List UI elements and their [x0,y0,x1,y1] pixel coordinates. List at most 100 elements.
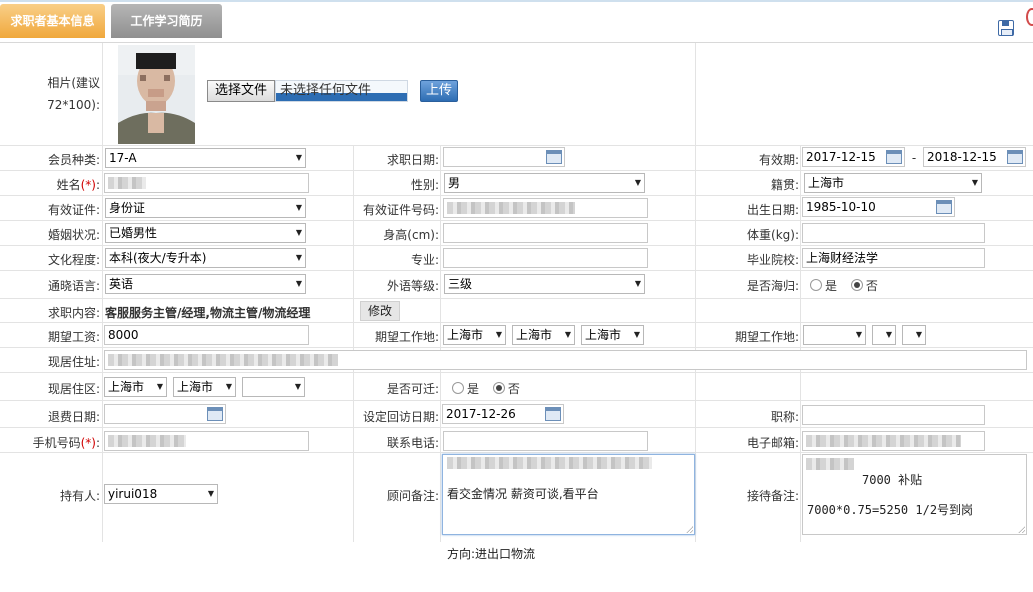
language-select[interactable]: 英语 [105,274,306,294]
row-divider [0,347,1033,348]
education-select[interactable]: 本科(夜大/专升本) [105,248,306,268]
revisit-date-input[interactable]: 2017-12-26 [442,404,564,424]
upload-button[interactable]: 上传 [420,80,458,102]
calendar-icon[interactable] [207,407,223,421]
save-icon[interactable] [998,20,1014,36]
marital-select[interactable]: 已婚男性 [105,223,306,243]
district-area-select[interactable] [242,377,305,397]
redacted-reception-note [806,458,854,470]
resize-grip-icon[interactable] [1018,526,1025,533]
member-photo [118,45,195,144]
tab-bar: 求职者基本信息 工作学习简历 [0,2,1033,43]
reception-note-label: 接待备注: [746,489,799,503]
gender-label: 性别: [410,178,439,192]
owner-label: 持有人: [59,489,100,503]
tab-basic-info[interactable]: 求职者基本信息 [0,4,105,38]
column-divider [800,145,801,542]
edit-job-content-button[interactable]: 修改 [360,301,400,321]
workplace-label: 期望工作地: [374,330,439,344]
height-input[interactable] [443,223,648,243]
apply-date-input[interactable] [443,147,565,167]
overseas-no-radio[interactable] [850,279,863,291]
workplace-district-select[interactable]: 上海市 [581,325,644,345]
redacted-address [108,354,338,366]
photo-hint: 72*100): [47,98,100,112]
row-divider [0,322,1033,323]
district-city-select[interactable]: 上海市 [173,377,236,397]
revisit-date-label: 设定回访日期: [362,410,439,424]
calendar-icon[interactable] [886,150,902,164]
gender-select[interactable]: 男 [444,173,645,193]
row-divider [0,427,1033,428]
resize-grip-icon[interactable] [686,526,693,533]
row-divider [0,245,1033,246]
relocate-radio-group: 是 否 [452,380,520,397]
job-content-label: 求职内容: [47,306,100,320]
calendar-icon[interactable] [546,150,562,164]
email-label: 电子邮箱: [746,436,799,450]
birth-date-input[interactable]: 1985-10-10 [802,197,955,217]
district-province-select[interactable]: 上海市 [104,377,167,397]
calendar-icon[interactable] [1007,150,1023,164]
row-divider [0,220,1033,221]
member-type-select[interactable]: 17-A [105,148,306,168]
validity-to-input[interactable]: 2018-12-15 [923,147,1026,167]
calendar-icon[interactable] [936,200,952,214]
salary-label: 期望工资: [47,330,100,344]
workplace-province-select[interactable]: 上海市 [443,325,506,345]
major-input[interactable] [443,248,648,268]
weight-input[interactable] [802,223,985,243]
calendar-icon[interactable] [545,407,561,421]
refund-date-input[interactable] [104,404,226,424]
birth-date-label: 出生日期: [746,203,799,217]
workplace-2-label: 期望工作地: [734,330,799,344]
native-place-label: 籍贯: [770,178,799,192]
relocate-no-radio[interactable] [492,382,505,394]
apply-date-label: 求职日期: [386,153,439,167]
row-divider [0,195,1033,196]
job-content-value: 客服服务主管/经理,物流主管/物流经理 [105,306,311,320]
workplace-city-select[interactable]: 上海市 [512,325,575,345]
redacted-mobile [108,435,186,447]
member-type-label: 会员种类: [47,153,100,167]
phone-label: 联系电话: [386,436,439,450]
refund-date-label: 退费日期: [47,410,100,424]
validity-label: 有效期: [758,153,799,167]
language-label: 通晓语言: [47,279,100,293]
language-level-select[interactable]: 三级 [444,274,645,294]
workplace-2-city-select[interactable] [872,325,896,345]
phone-input[interactable] [443,431,648,451]
overseas-yes-radio[interactable] [810,279,822,291]
overseas-radio-group: 是 否 [810,277,878,294]
consultant-note-label: 顾问备注: [386,489,439,503]
overseas-label: 是否海归: [746,279,799,293]
row-divider [0,452,1033,453]
column-divider [102,43,103,542]
redacted-consultant-note [447,457,652,469]
redacted-id-number [447,202,575,214]
validity-from-input[interactable]: 2017-12-15 [802,147,905,167]
native-place-select[interactable]: 上海市 [804,173,982,193]
workplace-2-district-select[interactable] [902,325,926,345]
job-title-label: 职称: [770,410,799,424]
major-label: 专业: [410,253,439,267]
school-input[interactable]: 上海财经法学 [802,248,985,268]
school-label: 毕业院校: [746,253,799,267]
weight-label: 体重(kg): [747,228,799,242]
validity-separator: - [911,151,917,165]
id-type-label: 有效证件: [47,203,100,217]
tab-work-study-resume[interactable]: 工作学习简历 [111,4,222,38]
id-type-select[interactable]: 身份证 [105,198,306,218]
relocate-yes-radio[interactable] [452,382,464,394]
job-title-input[interactable] [802,405,985,425]
salary-input[interactable]: 8000 [104,325,309,345]
name-label: 姓名(*): [56,178,100,192]
help-icon[interactable] [1026,8,1033,26]
owner-select[interactable]: yirui018 [104,484,218,504]
address-label: 现居住址: [47,355,100,369]
district-label: 现居住区: [47,382,100,396]
no-file-text: 未选择任何文件 [275,80,408,102]
workplace-2-province-select[interactable] [803,325,866,345]
mobile-label: 手机号码(*): [32,436,100,450]
choose-file-button[interactable]: 选择文件 [207,80,275,102]
